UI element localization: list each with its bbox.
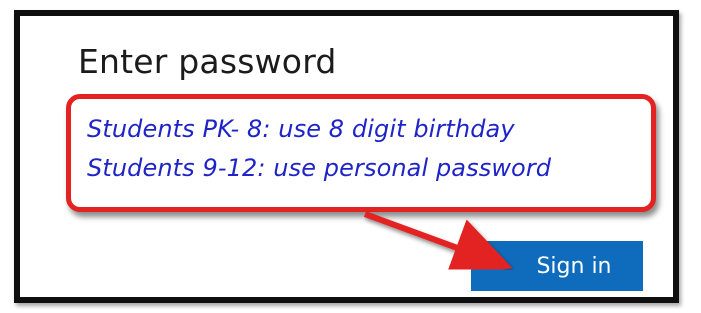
- page-title: Enter password: [78, 42, 337, 81]
- sign-in-dialog: Enter password Students PK- 8: use 8 dig…: [14, 10, 679, 303]
- sign-in-button[interactable]: Sign in: [471, 241, 643, 291]
- callout-line-9-12: Students 9-12: use personal password: [87, 154, 552, 182]
- instruction-callout: Students PK- 8: use 8 digit birthday Stu…: [66, 94, 656, 212]
- callout-line-pk8: Students PK- 8: use 8 digit birthday: [87, 115, 515, 143]
